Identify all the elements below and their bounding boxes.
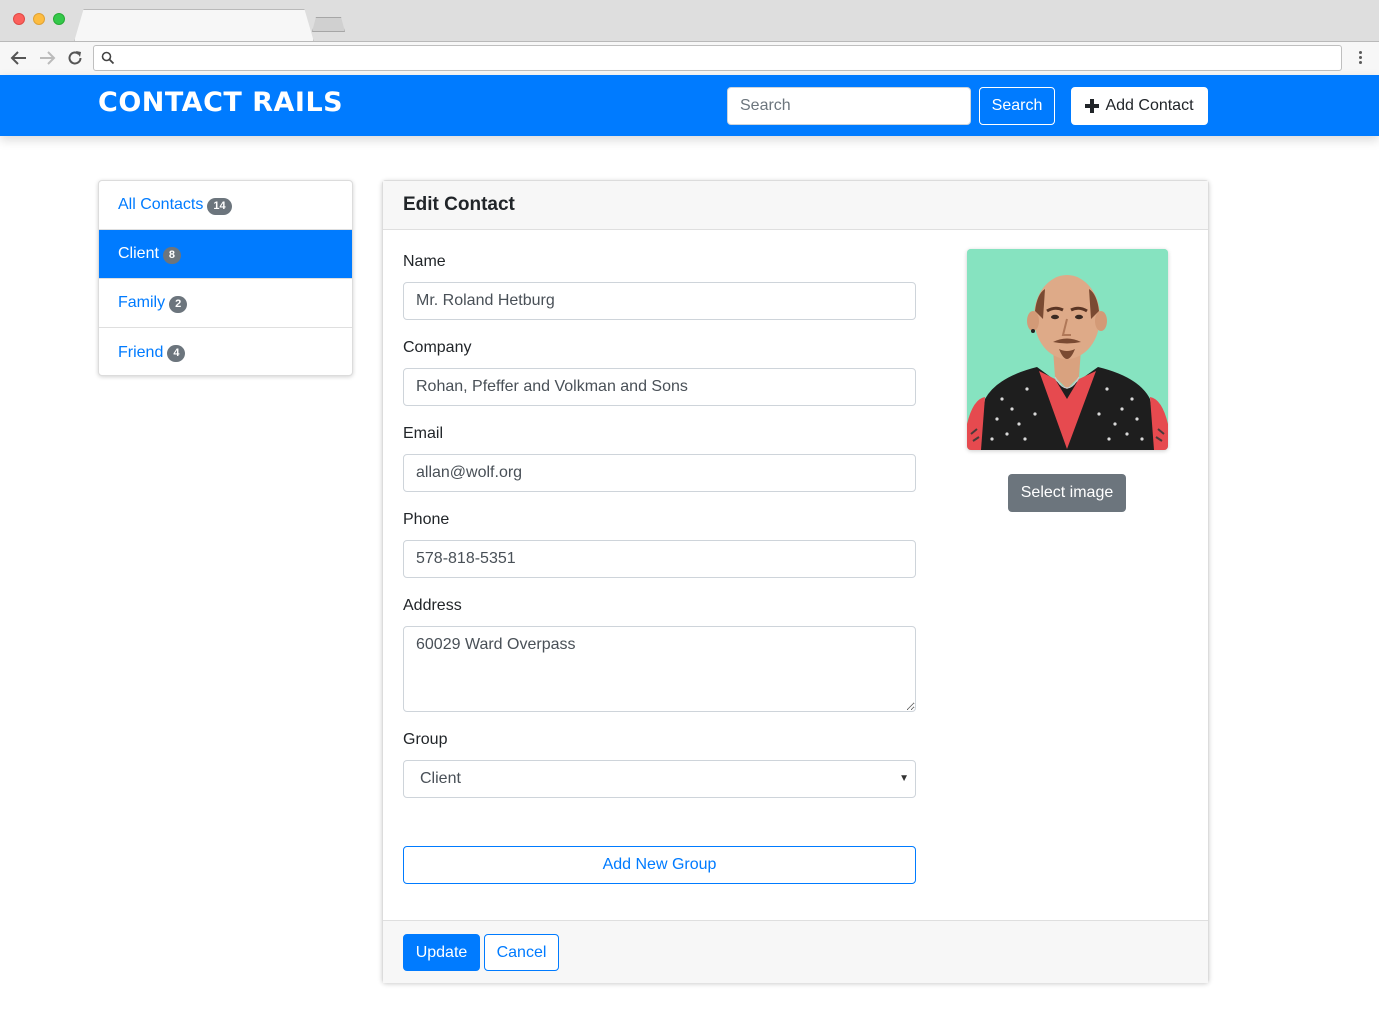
sidebar-item-label: Family bbox=[118, 294, 166, 311]
sidebar-item-all-contacts[interactable]: All Contacts 14 bbox=[99, 181, 352, 230]
count-badge: 2 bbox=[169, 295, 188, 313]
company-field[interactable] bbox=[403, 368, 916, 406]
add-contact-label: Add Contact bbox=[1105, 97, 1194, 114]
group-label: Group bbox=[403, 731, 448, 748]
browser-tab[interactable] bbox=[76, 10, 312, 43]
search-input[interactable] bbox=[727, 87, 971, 125]
sidebar-item-friend[interactable]: Friend 4 bbox=[99, 328, 352, 375]
arrow-left-icon[interactable] bbox=[9, 48, 29, 68]
address-label: Address bbox=[403, 597, 462, 614]
group-sidebar: All Contacts 14 Client 8 Family 2 Friend… bbox=[98, 180, 353, 376]
group-select-value: Client bbox=[420, 770, 461, 787]
group-select[interactable]: Client ▼ bbox=[403, 760, 916, 798]
arrow-right-icon[interactable] bbox=[37, 48, 57, 68]
phone-field[interactable] bbox=[403, 540, 916, 578]
app-navbar: CONTACT RAILS Search Add Contact bbox=[0, 75, 1379, 136]
contact-avatar bbox=[967, 249, 1168, 450]
chevron-down-icon: ▼ bbox=[899, 773, 909, 784]
new-tab-button[interactable] bbox=[312, 17, 345, 32]
email-label: Email bbox=[403, 425, 444, 442]
close-window-icon[interactable] bbox=[13, 13, 25, 25]
minimize-window-icon[interactable] bbox=[33, 13, 45, 25]
address-field[interactable]: 60029 Ward Overpass bbox=[403, 626, 916, 712]
card-title: Edit Contact bbox=[383, 181, 1208, 230]
count-badge: 14 bbox=[207, 197, 232, 215]
reload-icon[interactable] bbox=[65, 48, 85, 68]
name-field[interactable] bbox=[403, 282, 916, 320]
phone-label: Phone bbox=[403, 511, 450, 528]
cancel-button[interactable]: Cancel bbox=[484, 934, 559, 971]
count-badge: 8 bbox=[162, 246, 182, 264]
name-label: Name bbox=[403, 253, 446, 270]
sidebar-item-family[interactable]: Family 2 bbox=[99, 279, 352, 328]
add-contact-button[interactable]: Add Contact bbox=[1071, 87, 1208, 125]
avatar-portrait bbox=[967, 249, 1168, 450]
sidebar-item-client[interactable]: Client 8 bbox=[99, 230, 352, 279]
card-footer: Update Cancel bbox=[383, 920, 1208, 983]
search-button[interactable]: Search bbox=[979, 87, 1055, 125]
address-bar[interactable] bbox=[93, 45, 1342, 71]
plus-icon bbox=[1085, 99, 1100, 113]
kebab-menu-icon[interactable] bbox=[1352, 49, 1368, 69]
select-image-button[interactable]: Select image bbox=[1008, 474, 1126, 512]
add-new-group-button[interactable]: Add New Group bbox=[403, 846, 916, 884]
count-badge: 4 bbox=[167, 345, 186, 362]
maximize-window-icon[interactable] bbox=[53, 13, 65, 25]
brand-logo[interactable]: CONTACT RAILS bbox=[98, 87, 343, 118]
sidebar-item-label: Friend bbox=[118, 343, 164, 361]
sidebar-item-label: All Contacts bbox=[118, 196, 204, 213]
email-field[interactable] bbox=[403, 454, 916, 492]
update-button[interactable]: Update bbox=[403, 934, 480, 971]
edit-contact-card: Edit Contact Name Company Email Phone Ad… bbox=[382, 180, 1209, 983]
search-icon bbox=[101, 51, 115, 65]
browser-toolbar bbox=[0, 41, 1379, 75]
sidebar-item-label: Client bbox=[118, 245, 159, 262]
browser-chrome bbox=[0, 0, 1379, 75]
company-label: Company bbox=[403, 339, 472, 356]
